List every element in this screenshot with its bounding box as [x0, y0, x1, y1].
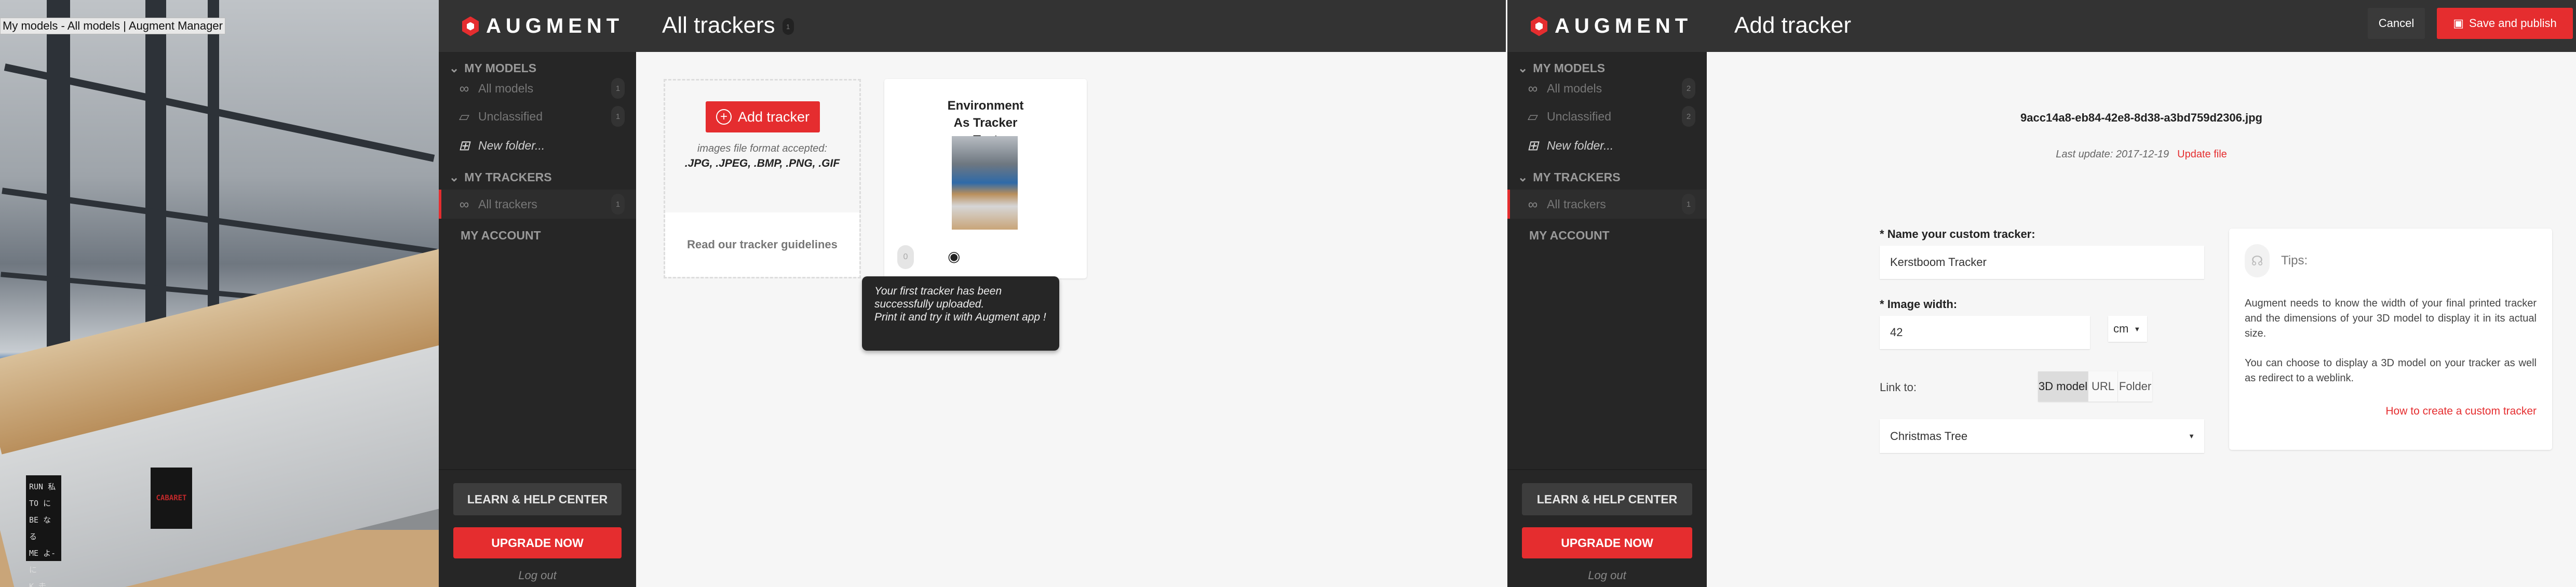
add-tracker-button[interactable]: + Add tracker — [706, 101, 820, 132]
view-count-badge: 0 — [897, 245, 914, 269]
unit-select[interactable]: cm ▼ — [2108, 316, 2147, 342]
folder-unclassified-icon: ▱ — [459, 108, 469, 124]
tracker-card[interactable]: Environment As Tracker Test 0 ◉ — [884, 79, 1087, 278]
section-my-account[interactable]: MY ACCOUNT — [1507, 229, 1707, 243]
save-publish-button[interactable]: ▣ Save and publish — [2437, 8, 2573, 39]
sidebar-item-all-trackers[interactable]: ∞ All trackers 1 — [439, 190, 636, 219]
infinity-icon: ∞ — [1528, 80, 1538, 96]
sidebar: ⌄ MY MODELS ∞ All models 2 ▱ Unclassified 2 ⊞… — [1507, 52, 1707, 587]
formats-list: .JPG, .JPEG, .BMP, .PNG, .GIF — [684, 157, 840, 169]
learn-help-center-button[interactable]: LEARN & HELP CENTER — [1522, 483, 1692, 515]
folder-plus-icon: ⊞ — [1527, 137, 1539, 153]
section-my-models[interactable]: ⌄ MY MODELS — [1507, 61, 1707, 75]
upgrade-now-button[interactable]: UPGRADE NOW — [1522, 527, 1692, 558]
augment-hex-icon — [1531, 16, 1547, 36]
floppy-disk-icon: ▣ — [2453, 17, 2464, 30]
section-my-trackers[interactable]: ⌄ MY TRACKERS — [439, 170, 636, 184]
page-title: All trackers 1 — [662, 12, 794, 38]
top-header: AUGMENT All trackers 1 — [439, 0, 1506, 52]
dropdown-arrow-icon: ▼ — [2134, 325, 2141, 333]
learn-help-center-button[interactable]: LEARN & HELP CENTER — [453, 483, 622, 515]
tips-card: ☊ Tips: Augment needs to know the width … — [2229, 229, 2552, 450]
count-badge: 1 — [611, 78, 625, 99]
background-photo: RUN 私TO にBE なるME よ-にK 走れ-! CABARET — [0, 0, 439, 587]
tracker-guidelines-link[interactable]: Read our tracker guidelines — [665, 212, 859, 277]
augment-hex-icon — [462, 16, 479, 36]
sidebar-item-all-trackers[interactable]: ∞ All trackers 1 — [1507, 190, 1707, 219]
sidebar-footer: LEARN & HELP CENTER UPGRADE NOW Log out — [1507, 469, 1707, 582]
dropdown-arrow-icon: ▼ — [2188, 432, 2195, 440]
count-badge: 1 — [611, 106, 625, 127]
sidebar-item-unclassified[interactable]: ▱ Unclassified 2 — [1507, 102, 1707, 131]
width-label: * Image width: — [1880, 298, 1958, 311]
last-update: Last update: 2017-12-19 Update file — [2056, 149, 2227, 160]
sticker-run-to-be-me: RUN 私TO にBE なるME よ-にK 走れ-! — [26, 475, 61, 587]
tips-title: Tips: — [2281, 254, 2308, 268]
tracker-name-input[interactable]: Kerstboom Tracker — [1880, 246, 2204, 279]
section-my-trackers[interactable]: ⌄ MY TRACKERS — [1507, 170, 1707, 184]
tracker-thumbnail[interactable] — [952, 136, 1018, 230]
how-to-custom-tracker-link[interactable]: How to create a custom tracker — [2385, 405, 2537, 418]
section-my-models[interactable]: ⌄ MY MODELS — [439, 61, 636, 75]
title-count-badge: 1 — [782, 18, 794, 35]
infinity-icon: ∞ — [1528, 196, 1538, 212]
augment-logo[interactable]: AUGMENT — [1531, 15, 1692, 38]
sticker-cabaret: CABARET — [151, 468, 192, 529]
folder-unclassified-icon: ▱ — [1528, 108, 1538, 124]
upgrade-now-button[interactable]: UPGRADE NOW — [453, 527, 622, 558]
sidebar-item-unclassified[interactable]: ▱ Unclassified 1 — [439, 102, 636, 131]
headset-icon: ☊ — [2245, 244, 2270, 277]
upload-success-tooltip: Your first tracker has been successfully… — [862, 276, 1059, 351]
sidebar-footer: LEARN & HELP CENTER UPGRADE NOW Log out — [439, 469, 636, 582]
sidebar: ⌄ MY MODELS ∞ All models 1 ▱ Unclassified 1 ⊞… — [439, 52, 636, 587]
sidebar-item-new-folder[interactable]: ⊞ New folder... — [1507, 131, 1707, 160]
page-title: Add tracker — [1734, 12, 1851, 38]
link-url-button[interactable]: URL — [2088, 371, 2118, 402]
count-badge: 1 — [611, 194, 625, 215]
sidebar-item-all-models[interactable]: ∞ All models 2 — [1507, 74, 1707, 103]
name-label: * Name your custom tracker: — [1880, 228, 2035, 241]
link-type-segmented: 3D model URL Folder — [2038, 371, 2152, 402]
tips-paragraph-1: Augment needs to know the width of your … — [2245, 298, 2537, 339]
count-badge: 2 — [1682, 106, 1695, 127]
formats-label: images file format accepted: — [697, 143, 828, 154]
sidebar-item-new-folder[interactable]: ⊞ New folder... — [439, 131, 636, 160]
cancel-button[interactable]: Cancel — [2368, 8, 2425, 39]
model-select[interactable]: Christmas Tree ▼ — [1880, 419, 2204, 453]
count-badge: 2 — [1682, 78, 1695, 99]
logout-link[interactable]: Log out — [439, 569, 636, 582]
infinity-icon: ∞ — [459, 196, 469, 212]
augment-logo[interactable]: AUGMENT — [462, 15, 624, 38]
image-width-input[interactable]: 42 — [1880, 316, 2090, 349]
top-header-add-tracker: AUGMENT Add tracker Cancel ▣ Save and pub… — [1507, 0, 2576, 52]
infinity-icon: ∞ — [459, 80, 469, 96]
plus-circle-icon: + — [716, 109, 732, 125]
tracker-filename: 9acc14a8-eb84-42e8-8d38-a3bd759d2306.jpg — [2020, 111, 2262, 124]
eye-icon[interactable]: ◉ — [948, 248, 960, 265]
sidebar-item-all-models[interactable]: ∞ All models 1 — [439, 74, 636, 103]
chevron-down-icon: ⌄ — [449, 61, 460, 75]
folder-plus-icon: ⊞ — [458, 137, 470, 153]
window-title-tooltip: My models - All models | Augment Manager — [0, 18, 225, 34]
update-file-link[interactable]: Update file — [2177, 149, 2227, 160]
chevron-down-icon: ⌄ — [1518, 170, 1528, 184]
chevron-down-icon: ⌄ — [1518, 61, 1528, 75]
link-to-label: Link to: — [1880, 381, 1917, 394]
chevron-down-icon: ⌄ — [449, 170, 460, 184]
count-badge: 1 — [1682, 194, 1695, 215]
link-folder-button[interactable]: Folder — [2118, 371, 2152, 402]
tips-paragraph-2: You can choose to display a 3D model on … — [2245, 357, 2537, 384]
section-my-account[interactable]: MY ACCOUNT — [439, 229, 636, 243]
logout-link[interactable]: Log out — [1507, 569, 1707, 582]
add-tracker-card: + Add tracker images file format accepted… — [664, 79, 861, 278]
link-3d-model-button[interactable]: 3D model — [2038, 371, 2088, 402]
